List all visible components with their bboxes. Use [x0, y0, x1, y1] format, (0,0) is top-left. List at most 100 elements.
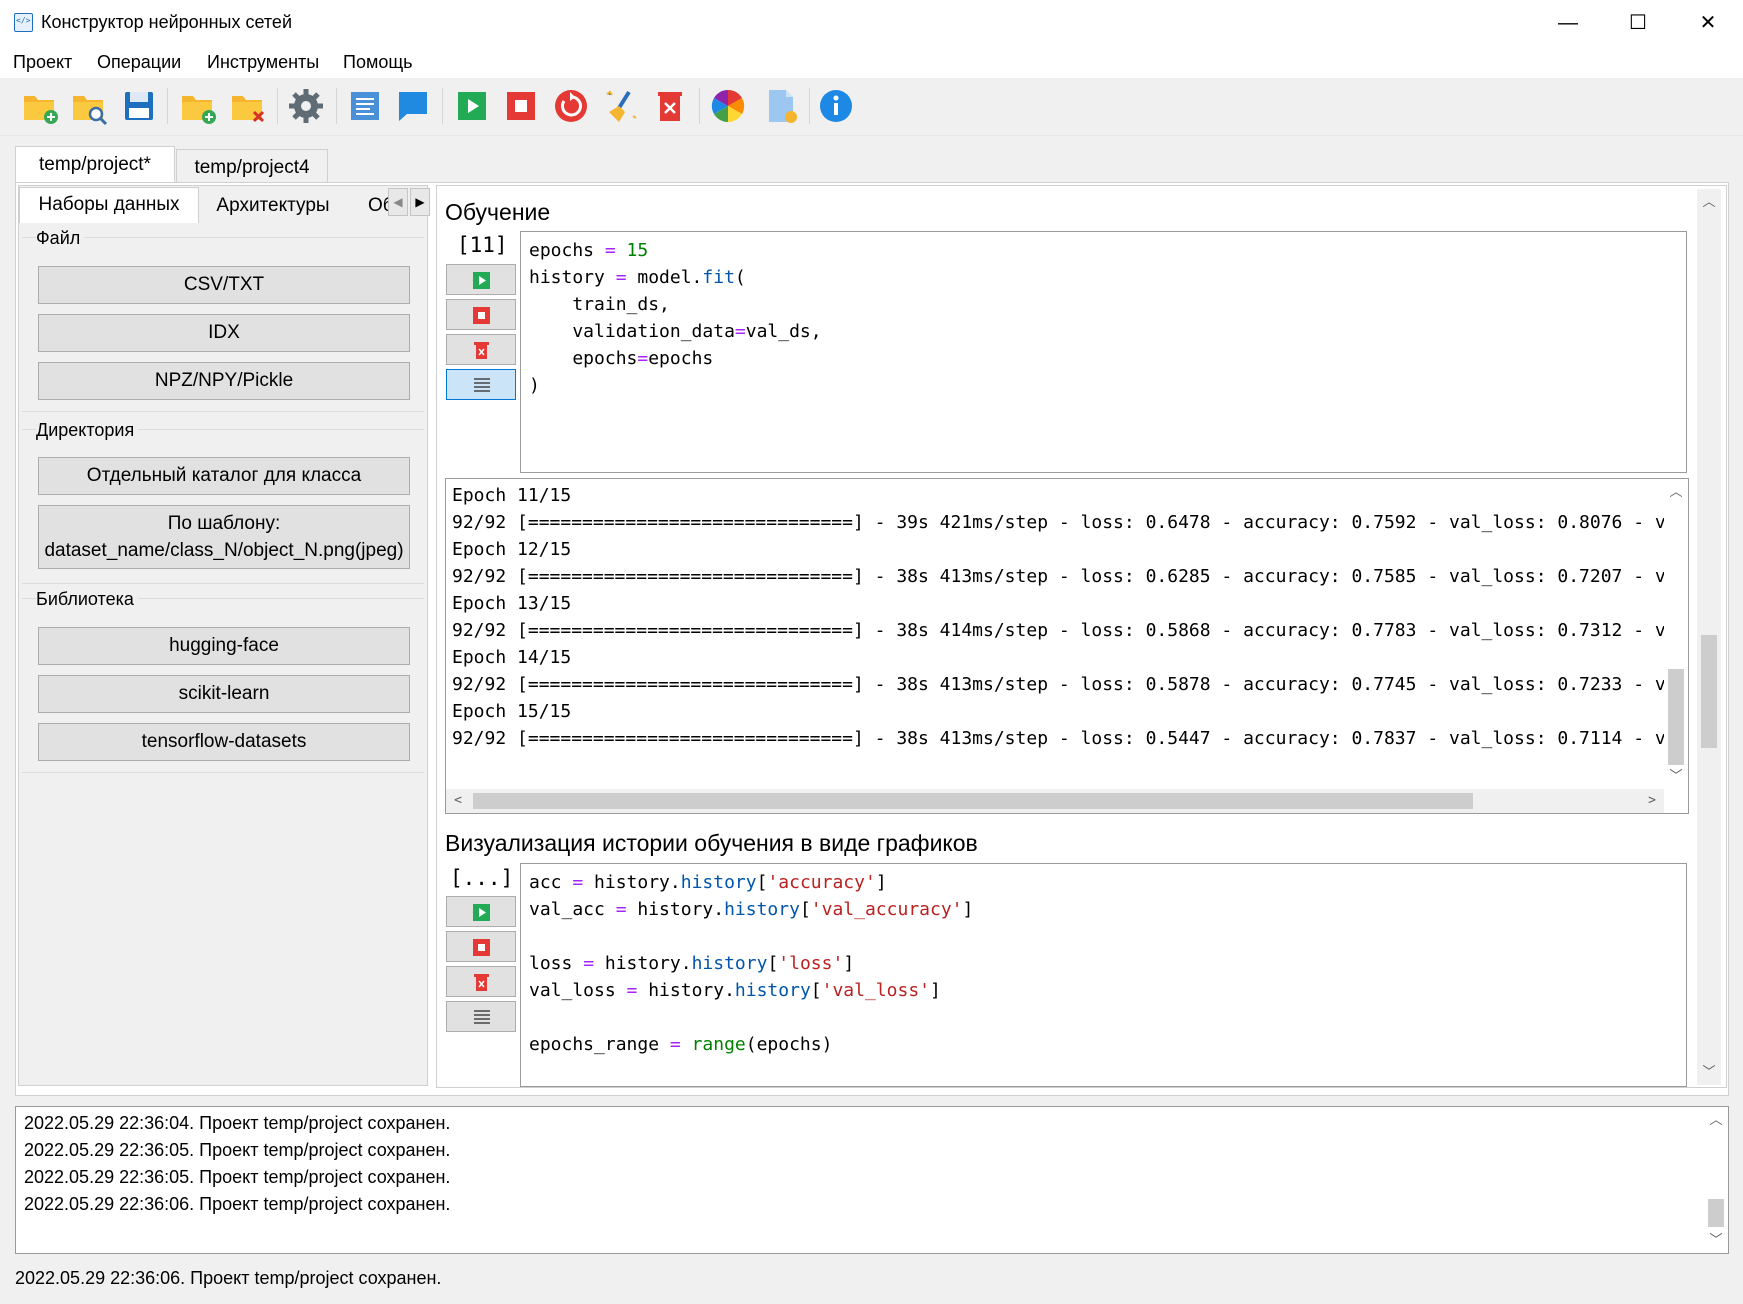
hugging-face-button[interactable]: hugging-face — [38, 627, 410, 665]
tab-architectures[interactable]: Архитектуры — [200, 189, 346, 225]
app-icon — [14, 13, 33, 32]
output-line: 92/92 [==============================] -… — [452, 728, 1677, 749]
scroll-up-icon[interactable]: ︿ — [1704, 1109, 1728, 1128]
code-token: [ — [799, 899, 811, 920]
npz-npy-pickle-button[interactable]: NPZ/NPY/Pickle — [38, 362, 410, 400]
tab-scroll-right-button[interactable]: ▶ — [410, 188, 430, 216]
log-line: 2022.05.29 22:36:05. Проект temp/project… — [24, 1140, 451, 1160]
scroll-down-icon[interactable]: ﹀ — [1697, 1061, 1721, 1080]
title-bar: Конструктор нейронных сетей — ☐ ✕ — [0, 0, 1743, 46]
comment-icon[interactable] — [393, 86, 433, 126]
code-token: val_ds, — [745, 321, 822, 342]
code-token: val_loss — [529, 980, 616, 1001]
maximize-button[interactable]: ☐ — [1603, 0, 1673, 46]
scroll-up-icon[interactable]: ︿ — [1664, 481, 1688, 500]
code-token: epochs_range — [529, 1034, 660, 1055]
code-token: 'val_accuracy' — [810, 899, 963, 920]
log-scrollbar[interactable]: ︿ ﹀ — [1704, 1107, 1728, 1253]
code-token: loss — [529, 953, 573, 974]
menu-tools[interactable]: Инструменты — [207, 52, 319, 73]
scroll-right-icon[interactable]: > — [1644, 793, 1660, 808]
menu-project[interactable]: Проект — [13, 52, 72, 73]
code-token: [ — [767, 953, 779, 974]
output-line: Epoch 15/15 — [452, 701, 572, 722]
cell2-delete-button[interactable] — [446, 966, 516, 997]
code-token: = — [594, 240, 627, 261]
cell1-output-toggle-button[interactable] — [446, 369, 516, 400]
code-token: history — [724, 899, 800, 920]
log-panel[interactable]: 2022.05.29 22:36:04. Проект temp/project… — [15, 1106, 1729, 1254]
new-document-icon[interactable] — [761, 86, 801, 126]
output-line: Epoch 13/15 — [452, 593, 572, 614]
code-token: ] — [930, 980, 941, 1001]
stop-icon[interactable] — [501, 86, 541, 126]
clear-icon[interactable] — [601, 86, 641, 126]
new-project-icon[interactable] — [20, 86, 60, 126]
code-token: history. — [594, 872, 681, 893]
cell2-output-toggle-button[interactable] — [446, 1001, 516, 1032]
code-token: = — [572, 953, 605, 974]
notebook-scrollbar[interactable]: ︿ ﹀ — [1697, 189, 1721, 1085]
code-token: history. — [648, 980, 735, 1001]
scikit-learn-button[interactable]: scikit-learn — [38, 675, 410, 713]
cell1-output[interactable]: Epoch 11/15 92/92 [=====================… — [445, 478, 1689, 814]
menu-help[interactable]: Помощь — [343, 52, 413, 73]
log-line: 2022.05.29 22:36:06. Проект temp/project… — [24, 1194, 451, 1214]
cell2-run-button[interactable] — [446, 896, 516, 927]
scroll-down-icon[interactable]: ﹀ — [1704, 1229, 1728, 1248]
scroll-down-icon[interactable]: ﹀ — [1664, 765, 1688, 784]
output-line: 92/92 [==============================] -… — [452, 674, 1677, 695]
cell2-code-editor[interactable]: acc = history.history['accuracy'] val_ac… — [520, 863, 1687, 1087]
code-token: = — [734, 321, 746, 342]
cell2-title: Визуализация истории обучения в виде гра… — [445, 830, 978, 856]
info-icon[interactable] — [816, 86, 856, 126]
output-scrollbar[interactable]: ︿ ﹀ — [1664, 479, 1688, 789]
code-token: = — [637, 348, 649, 369]
cell1-stop-button[interactable] — [446, 299, 516, 330]
open-project-icon[interactable] — [70, 86, 110, 126]
cell2-stop-button[interactable] — [446, 931, 516, 962]
code-token: val_acc — [529, 899, 605, 920]
scroll-left-icon[interactable]: < — [450, 793, 466, 808]
code-token: 'val_loss' — [821, 980, 930, 1001]
code-token: train_ds, — [529, 294, 670, 315]
cell1-code-editor[interactable]: epochs = 15 history = model.fit( train_d… — [520, 231, 1687, 473]
code-token: [ — [756, 872, 768, 893]
cell1-delete-button[interactable] — [446, 334, 516, 365]
output-line: 92/92 [==============================] -… — [452, 620, 1677, 641]
tensorflow-datasets-button[interactable]: tensorflow-datasets — [38, 723, 410, 761]
restart-icon[interactable] — [551, 86, 591, 126]
output-hscrollbar[interactable]: < > — [446, 789, 1664, 813]
tab-temp-project[interactable]: temp/project* — [15, 146, 175, 184]
minimize-button[interactable]: — — [1533, 0, 1603, 46]
scroll-up-icon[interactable]: ︿ — [1697, 191, 1721, 210]
notebook-scroll-thumb[interactable] — [1701, 635, 1717, 748]
run-icon[interactable] — [452, 86, 492, 126]
color-wheel-icon[interactable] — [708, 86, 748, 126]
run-icon — [473, 904, 490, 921]
code-token: validation_data — [529, 321, 735, 342]
run-icon — [473, 272, 490, 289]
output-line: 92/92 [==============================] -… — [452, 566, 1677, 587]
tab-scroll-left-button[interactable]: ◀ — [388, 188, 408, 216]
log-scroll-thumb[interactable] — [1708, 1199, 1724, 1227]
output-scroll-thumb[interactable] — [1668, 669, 1684, 765]
code-token: history. — [637, 899, 725, 920]
cell1-run-button[interactable] — [446, 264, 516, 295]
csv-txt-button[interactable]: CSV/TXT — [38, 266, 410, 304]
menu-operations[interactable]: Операции — [97, 52, 181, 73]
template-path-button[interactable]: По шаблону: dataset_name/class_N/object_… — [38, 505, 410, 569]
tab-datasets[interactable]: Наборы данных — [19, 187, 199, 223]
delete-folder-icon[interactable] — [228, 86, 268, 126]
settings-icon[interactable] — [286, 86, 326, 126]
cell2-number: [...] — [450, 866, 514, 890]
idx-button[interactable]: IDX — [38, 314, 410, 352]
add-folder-icon[interactable] — [178, 86, 218, 126]
close-button[interactable]: ✕ — [1673, 0, 1743, 46]
tab-training-partial[interactable]: Об — [350, 189, 390, 225]
save-icon[interactable] — [119, 86, 159, 126]
folder-per-class-button[interactable]: Отдельный каталог для класса — [38, 457, 410, 495]
output-hscroll-thumb[interactable] — [473, 793, 1473, 809]
text-cell-icon[interactable] — [345, 86, 385, 126]
delete-cell-icon[interactable] — [650, 86, 690, 126]
